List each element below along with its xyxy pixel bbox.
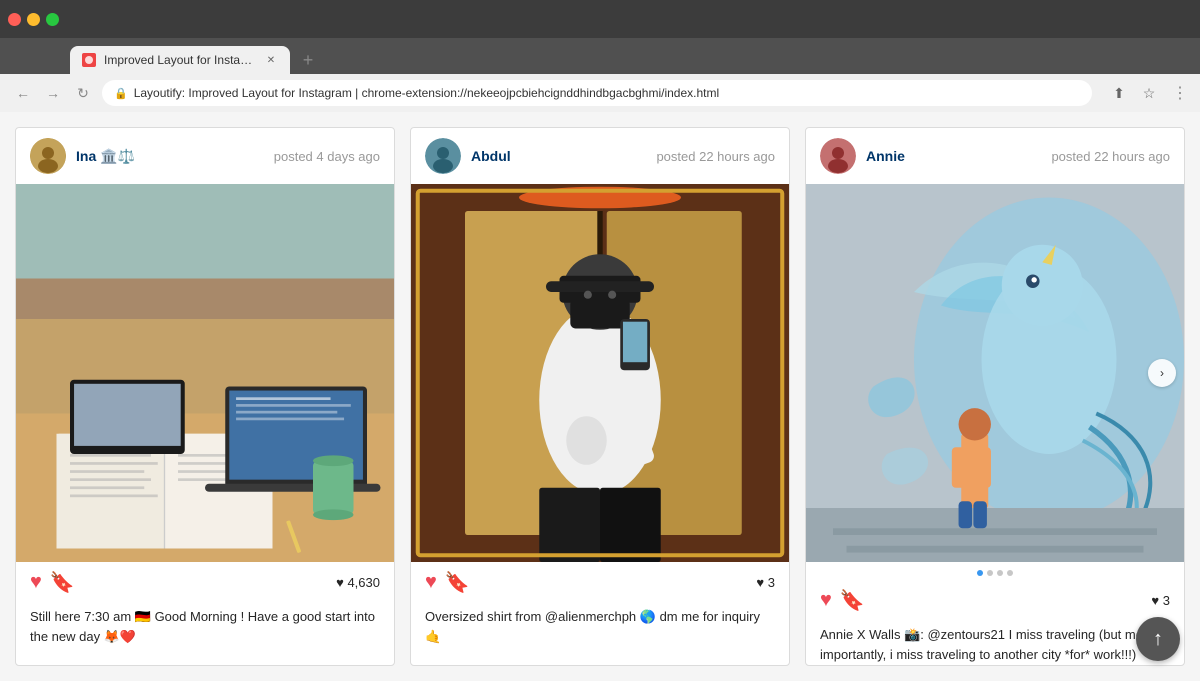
post-card-annie: Annie posted 22 hours ago	[805, 127, 1185, 666]
browser-chrome	[0, 0, 1200, 38]
bookmark-button-abdul[interactable]: 🔖	[445, 570, 470, 595]
scroll-to-top-button[interactable]: ↑	[1136, 617, 1180, 661]
address-text: Layoutify: Improved Layout for Instagram…	[134, 86, 1080, 100]
maximize-button[interactable]	[46, 13, 59, 26]
like-button-annie[interactable]: ♥	[820, 589, 832, 612]
forward-button[interactable]: →	[42, 82, 64, 104]
post-actions-abdul: ♥ 🔖 ♥ 3	[411, 562, 789, 603]
post-caption-annie: Annie X Walls 📸: @zentours21 I miss trav…	[806, 621, 1184, 665]
post-time-annie: posted 22 hours ago	[1051, 149, 1170, 164]
like-count-abdul: ♥ 3	[756, 575, 775, 590]
caption-text-abdul: Oversized shirt from @alienmerchph 🌎 dm …	[425, 609, 760, 644]
bookmark-icon-abdul: 🔖	[445, 570, 470, 595]
heart-icon-ina: ♥	[30, 571, 42, 594]
username-abdul[interactable]: Abdul	[471, 148, 511, 164]
username-annie[interactable]: Annie	[866, 148, 905, 164]
tab-close-button[interactable]: ✕	[264, 53, 278, 67]
post-image-ina	[16, 184, 394, 562]
like-count-annie: ♥ 3	[1151, 593, 1170, 608]
scroll-top-icon: ↑	[1153, 628, 1163, 651]
bookmark-button-annie[interactable]: 🔖	[840, 588, 865, 613]
bookmark-page-button[interactable]: ☆	[1138, 82, 1160, 104]
post-header-abdul: Abdul posted 22 hours ago	[411, 128, 789, 184]
minimize-button[interactable]	[27, 13, 40, 26]
carousel-dots	[806, 562, 1184, 580]
post-caption-ina: Still here 7:30 am 🇩🇪 Good Morning ! Hav…	[16, 603, 394, 665]
like-button-abdul[interactable]: ♥	[425, 571, 437, 594]
close-button[interactable]	[8, 13, 21, 26]
like-button-ina[interactable]: ♥	[30, 571, 42, 594]
address-input[interactable]: 🔒 Layoutify: Improved Layout for Instagr…	[102, 80, 1092, 106]
tab-title: Improved Layout for Instagram	[104, 53, 256, 67]
new-tab-button[interactable]: +	[294, 46, 322, 74]
post-image-abdul	[411, 184, 789, 562]
post-time-abdul: posted 22 hours ago	[656, 149, 775, 164]
lock-icon: 🔒	[114, 87, 128, 100]
address-bar: ← → ↻ 🔒 Layoutify: Improved Layout for I…	[0, 74, 1200, 112]
carousel-dot-3[interactable]	[997, 570, 1003, 576]
posts-container: Ina 🏛️⚖️ posted 4 days ago	[0, 112, 1200, 681]
tab-favicon	[82, 53, 96, 67]
username-ina[interactable]: Ina 🏛️⚖️	[76, 148, 135, 165]
browser-menu-button[interactable]: ⋮	[1172, 83, 1188, 103]
share-button[interactable]: ⬆	[1108, 82, 1130, 104]
avatar-abdul	[425, 138, 461, 174]
post-header-ina: Ina 🏛️⚖️ posted 4 days ago	[16, 128, 394, 184]
bookmark-button-ina[interactable]: 🔖	[50, 570, 75, 595]
like-heart-ina: ♥	[336, 575, 347, 590]
carousel-dot-4[interactable]	[1007, 570, 1013, 576]
heart-icon-annie: ♥	[820, 589, 832, 612]
post-actions-annie: ♥ 🔖 ♥ 3	[806, 580, 1184, 621]
post-header-annie: Annie posted 22 hours ago	[806, 128, 1184, 184]
post-card-ina: Ina 🏛️⚖️ posted 4 days ago	[15, 127, 395, 666]
bookmark-icon-annie: 🔖	[840, 588, 865, 613]
like-count-ina: ♥ 4,630	[336, 575, 380, 590]
address-actions: ⬆ ☆	[1108, 82, 1160, 104]
refresh-button[interactable]: ↻	[72, 82, 94, 104]
caption-text-ina: Still here 7:30 am 🇩🇪 Good Morning ! Hav…	[30, 609, 375, 644]
post-image-annie: ›	[806, 184, 1184, 562]
post-caption-abdul: Oversized shirt from @alienmerchph 🌎 dm …	[411, 603, 789, 665]
tab-bar: Improved Layout for Instagram ✕ +	[0, 38, 1200, 74]
carousel-next-button[interactable]: ›	[1148, 359, 1176, 387]
traffic-lights	[8, 13, 59, 26]
heart-icon-abdul: ♥	[425, 571, 437, 594]
post-actions-ina: ♥ 🔖 ♥ 4,630	[16, 562, 394, 603]
post-time-ina: posted 4 days ago	[274, 149, 380, 164]
post-card-abdul: Abdul posted 22 hours ago	[410, 127, 790, 666]
avatar-annie	[820, 138, 856, 174]
avatar-ina	[30, 138, 66, 174]
caption-text-annie: Annie X Walls 📸: @zentours21 I miss trav…	[820, 627, 1153, 665]
carousel-dot-2[interactable]	[987, 570, 993, 576]
back-button[interactable]: ←	[12, 82, 34, 104]
main-content: Ina 🏛️⚖️ posted 4 days ago	[0, 112, 1200, 681]
active-tab[interactable]: Improved Layout for Instagram ✕	[70, 46, 290, 74]
bookmark-icon-ina: 🔖	[50, 570, 75, 595]
carousel-dot-1[interactable]	[977, 570, 983, 576]
